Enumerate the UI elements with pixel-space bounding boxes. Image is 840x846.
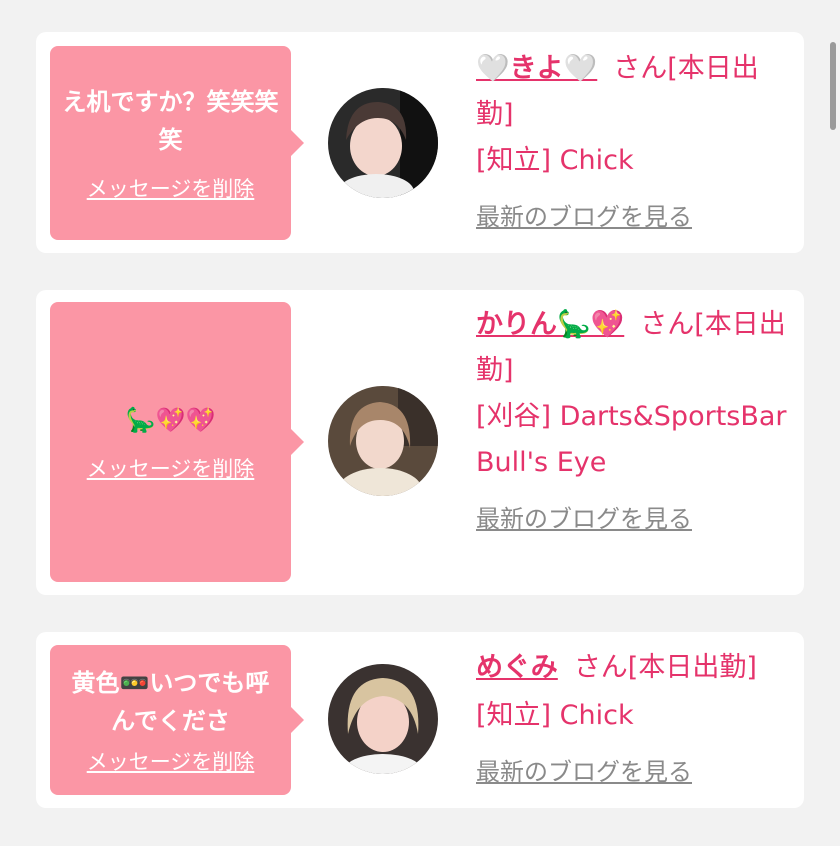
message-card: 🦕💖💖 メッセージを削除 かりん🦕💖 さん[本日出勤] [刈谷] Darts&Sp… bbox=[36, 290, 804, 595]
message-text: 🦕💖💖 bbox=[125, 406, 216, 434]
delete-message-link[interactable]: メッセージを削除 bbox=[87, 453, 255, 483]
message-text: え机ですか？笑笑笑笑 bbox=[62, 88, 279, 154]
shop-text: [知立] Chick bbox=[476, 145, 634, 176]
profile-info: 🤍きよ🤍 さん[本日出勤] [知立] Chick 最新のブログを見る bbox=[476, 46, 796, 240]
shop-text: [刈谷] Darts&SportsBar Bull's Eye bbox=[476, 401, 787, 478]
shop-text: [知立] Chick bbox=[476, 700, 634, 731]
message-card: え机ですか？笑笑笑笑 メッセージを削除 🤍きよ🤍 さん[本日出勤] [知立] Ch… bbox=[36, 32, 804, 253]
message-bubble: 黄色🚥いつでも呼んでくださ メッセージを削除 bbox=[50, 645, 304, 795]
profile-info: かりん🦕💖 さん[本日出勤] [刈谷] Darts&SportsBar Bull'… bbox=[476, 302, 796, 542]
latest-blog-link[interactable]: 最新のブログを見る bbox=[476, 496, 796, 542]
latest-blog-link[interactable]: 最新のブログを見る bbox=[476, 194, 796, 240]
profile-info: めぐみ さん[本日出勤] [知立] Chick 最新のブログを見る bbox=[476, 645, 796, 795]
message-bubble: 🦕💖💖 メッセージを削除 bbox=[50, 302, 304, 582]
delete-message-link[interactable]: メッセージを削除 bbox=[87, 746, 255, 776]
latest-blog-link[interactable]: 最新のブログを見る bbox=[476, 749, 796, 795]
message-bubble: え机ですか？笑笑笑笑 メッセージを削除 bbox=[50, 46, 304, 240]
message-card: 黄色🚥いつでも呼んでくださ メッセージを削除 めぐみ さん[本日出勤] [知立] … bbox=[36, 632, 804, 808]
avatar[interactable] bbox=[328, 386, 438, 496]
message-text: 黄色🚥いつでも呼んでくださ bbox=[71, 669, 270, 735]
avatar[interactable] bbox=[328, 664, 438, 774]
profile-name-link[interactable]: 🤍きよ🤍 bbox=[476, 53, 597, 84]
delete-message-link[interactable]: メッセージを削除 bbox=[87, 173, 255, 203]
avatar[interactable] bbox=[328, 88, 438, 198]
profile-name-link[interactable]: かりん🦕💖 bbox=[476, 309, 624, 340]
status-text: さん[本日出勤] bbox=[573, 652, 757, 683]
profile-name-link[interactable]: めぐみ bbox=[476, 652, 558, 683]
scrollbar[interactable] bbox=[830, 42, 836, 130]
